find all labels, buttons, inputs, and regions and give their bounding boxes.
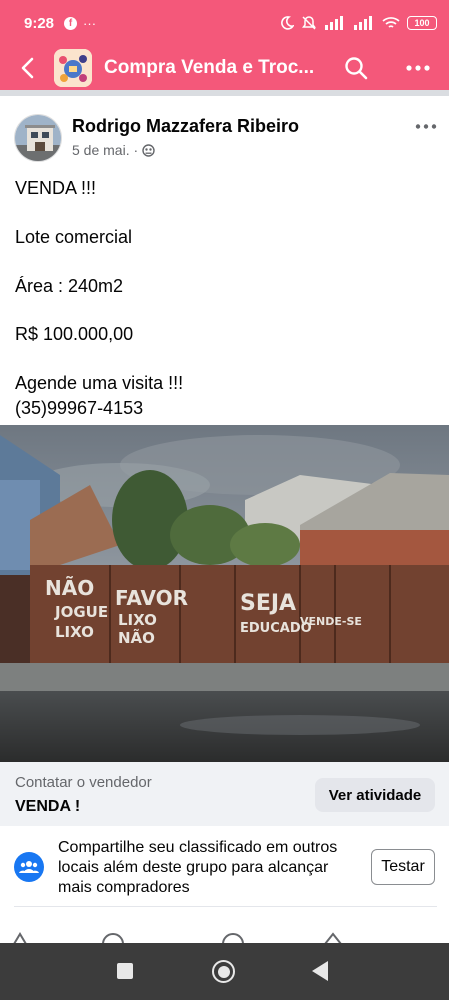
more-icon (406, 65, 430, 71)
graffiti-text: LIXO (55, 623, 94, 641)
listing-title: VENDA ! (15, 798, 81, 815)
listing-bar: Contatar o vendedor VENDA ! Ver atividad… (0, 762, 449, 826)
home-icon (217, 965, 230, 978)
more-options-button[interactable] (398, 50, 438, 86)
house-photo-thumbnail (15, 115, 61, 161)
feed-divider (0, 90, 449, 96)
graffiti-text: NÃO (45, 576, 94, 600)
graffiti-text: LIXO (118, 611, 157, 629)
view-activity-button[interactable]: Ver atividade (315, 778, 435, 812)
lot-photo: NÃO JOGUE LIXO FAVOR LIXO NÃO SEJA EDUCA… (0, 425, 449, 762)
wifi-icon (382, 17, 400, 28)
graffiti-text: FAVOR (115, 586, 188, 610)
home-button[interactable] (212, 960, 235, 983)
post-meta: 5 de mai. · (72, 142, 155, 158)
post-text-line: Lote comercial (15, 226, 133, 247)
action-bar-peek (0, 930, 449, 944)
graffiti-text: SEJA (240, 591, 296, 616)
post-options-button[interactable] (408, 114, 444, 138)
post-date[interactable]: 5 de mai. · (72, 142, 138, 158)
card-divider (14, 906, 437, 907)
group-title[interactable]: Compra Venda e Troc... (104, 57, 324, 79)
bell-off-icon (302, 16, 316, 30)
more-icon (415, 123, 437, 129)
search-icon (345, 57, 368, 80)
share-prompt-card: Compartilhe seu classificado em outros l… (0, 826, 449, 908)
status-bar: 9:28 f ··· 100 (0, 0, 449, 46)
app-bar: Compra Venda e Troc... (0, 46, 449, 90)
group-share-icon (14, 852, 44, 882)
status-right-icons: 100 (280, 15, 437, 31)
post-text-line (15, 200, 435, 224)
status-left-icons: f ··· (64, 16, 96, 31)
battery-level: 100 (414, 18, 430, 28)
back-button[interactable] (0, 46, 54, 90)
status-time: 9:28 (24, 14, 55, 32)
status-extra-icons: ··· (83, 15, 97, 31)
graffiti-text: JOGUE (54, 603, 108, 621)
post-text-line: R$ 100.000,00 (15, 324, 134, 345)
post-text-line: Agende uma visita !!! (15, 373, 184, 394)
back-arrow-icon (21, 57, 34, 79)
signal-icon (325, 16, 343, 30)
post-body: VENDA !!! Lote comercial Área : 240m2 R$… (15, 176, 435, 420)
post-text-line: (35)99967-4153 (15, 397, 144, 418)
system-back-button[interactable] (312, 961, 328, 981)
post-text-line: VENDA !!! (15, 178, 97, 198)
share-prompt-text: Compartilhe seu classificado em outros l… (58, 839, 338, 896)
try-button[interactable]: Testar (371, 849, 435, 885)
post-text-line: Área : 240m2 (15, 275, 124, 296)
post-text-line (15, 249, 435, 273)
moon-icon (281, 16, 294, 30)
group-avatar[interactable] (54, 49, 92, 87)
author-name[interactable]: Rodrigo Mazzafera Ribeiro (72, 116, 299, 137)
post-photo[interactable]: NÃO JOGUE LIXO FAVOR LIXO NÃO SEJA EDUCA… (0, 425, 449, 762)
system-nav-bar (0, 943, 449, 1000)
post-header: Rodrigo Mazzafera Ribeiro 5 de mai. · (0, 106, 449, 166)
facebook-icon: f (64, 16, 78, 30)
group-audience-icon (142, 143, 155, 157)
recent-apps-button[interactable] (117, 963, 133, 979)
post-text-line (15, 347, 435, 371)
graffiti-text: VENDE-SE (300, 615, 362, 628)
graffiti-text: NÃO (118, 628, 155, 647)
search-button[interactable] (338, 50, 374, 86)
contact-seller-label: Contatar o vendedor (15, 774, 152, 791)
globe-group-icon (54, 49, 92, 87)
signal-icon-2 (354, 16, 372, 30)
author-avatar[interactable] (14, 114, 62, 162)
battery-icon: 100 (407, 16, 437, 30)
post-text-line (15, 298, 435, 322)
